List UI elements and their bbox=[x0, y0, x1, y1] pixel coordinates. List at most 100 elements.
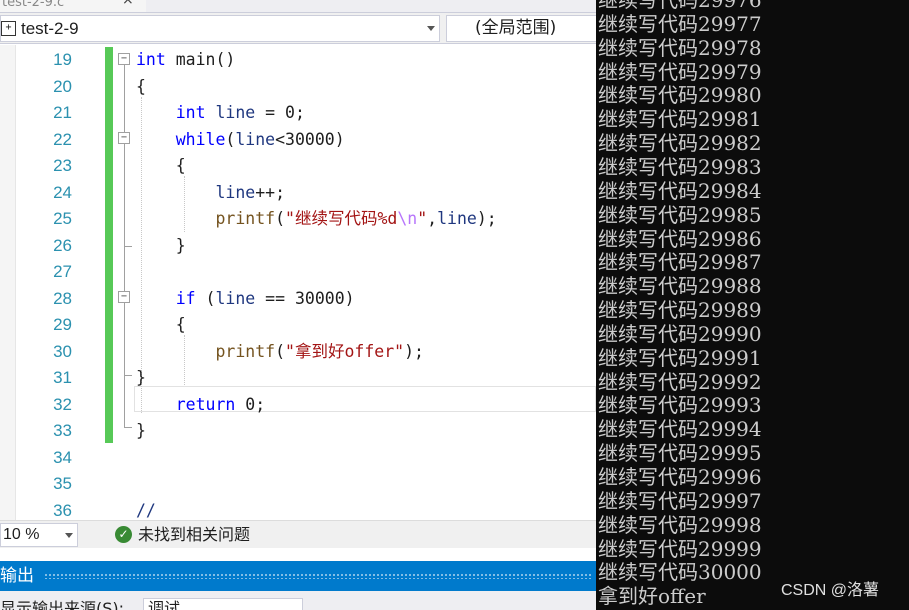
code-token: int bbox=[136, 50, 166, 69]
editor-status-row: 10 % ✓ 未找到相关问题 bbox=[0, 520, 596, 548]
code-line[interactable]: 33} bbox=[0, 418, 596, 444]
code-token: // bbox=[136, 500, 156, 520]
code-token: } bbox=[136, 368, 146, 387]
console-line: 继续写代码29994 bbox=[598, 417, 762, 442]
console-line: 继续写代码29985 bbox=[598, 202, 762, 227]
line-number: 20 bbox=[53, 76, 72, 96]
panel-drag-grip[interactable] bbox=[44, 573, 592, 579]
line-number: 35 bbox=[53, 474, 72, 493]
code-line[interactable]: 28 if (line == 30000) bbox=[0, 286, 596, 312]
code-token: = 0; bbox=[255, 103, 305, 122]
project-dropdown[interactable]: + test-2-9 bbox=[0, 15, 440, 42]
line-number: 24 bbox=[53, 182, 72, 202]
code-token: printf bbox=[215, 341, 276, 361]
code-token: return bbox=[175, 394, 236, 414]
console-line: 继续写代码29989 bbox=[598, 298, 762, 323]
code-token: if bbox=[175, 288, 196, 308]
zoom-value: 10 % bbox=[3, 526, 40, 543]
code-line[interactable]: 31} bbox=[0, 365, 596, 391]
console-line: 继续写代码29988 bbox=[598, 274, 762, 299]
line-number: 30 bbox=[53, 341, 72, 361]
tab-close-icon[interactable]: × bbox=[122, 0, 134, 8]
output-panel-title: 输出 bbox=[0, 566, 34, 586]
code-text: } bbox=[136, 418, 146, 444]
tab-label: test-2-9.c bbox=[2, 0, 65, 10]
line-number: 31 bbox=[53, 368, 72, 387]
code-token: { bbox=[136, 76, 146, 96]
console-line: 继续写代码29993 bbox=[598, 393, 762, 418]
code-token: == 30000) bbox=[255, 288, 355, 308]
project-icon: + bbox=[1, 21, 16, 36]
line-number: 33 bbox=[53, 421, 72, 440]
code-token: int bbox=[175, 103, 206, 122]
console-line: 继续写代码29992 bbox=[598, 369, 762, 394]
code-token: line bbox=[215, 288, 256, 308]
console-line: 继续写代码29984 bbox=[598, 178, 762, 203]
line-number: 25 bbox=[53, 209, 72, 228]
code-editor[interactable]: test-2-9.c × + test-2-9 (全局范围) − − − 19 i… bbox=[0, 0, 596, 610]
code-line[interactable]: 21 int line = 0; bbox=[0, 100, 596, 126]
code-token: ); bbox=[476, 209, 497, 228]
code-text: { bbox=[136, 74, 146, 100]
output-source-dropdown[interactable]: 调试 bbox=[143, 598, 303, 610]
scope-dropdown[interactable]: (全局范围) bbox=[446, 15, 596, 42]
code-line[interactable]: 32 return 0; bbox=[0, 392, 596, 418]
console-line: 继续写代码29980 bbox=[598, 83, 762, 108]
code-token: 0; bbox=[235, 394, 266, 414]
issues-status-text[interactable]: 未找到相关问题 bbox=[138, 524, 250, 546]
console-line: 继续写代码29977 bbox=[598, 11, 762, 36]
code-token: main() bbox=[165, 50, 236, 69]
code-line[interactable]: 27 bbox=[0, 259, 596, 285]
console-line: 继续写代码29998 bbox=[598, 512, 762, 537]
line-number: 27 bbox=[53, 262, 72, 281]
console-line: 继续写代码29981 bbox=[598, 107, 762, 132]
code-line[interactable]: 19 int main() bbox=[0, 47, 596, 73]
code-line[interactable]: 23 { bbox=[0, 153, 596, 179]
zoom-dropdown[interactable]: 10 % bbox=[0, 523, 78, 547]
code-token: line bbox=[215, 182, 256, 202]
chevron-down-icon bbox=[427, 26, 435, 31]
console-line: 继续写代码30000 bbox=[598, 560, 762, 585]
code-token: while bbox=[175, 129, 226, 149]
console-line: 继续写代码29995 bbox=[598, 441, 762, 466]
output-panel-header[interactable]: 输出 bbox=[0, 561, 596, 591]
console-line: 继续写代码29978 bbox=[598, 35, 762, 60]
line-number: 21 bbox=[53, 103, 72, 122]
code-line[interactable]: 30 printf("拿到好offer"); bbox=[0, 339, 596, 365]
code-text: if (line == 30000) bbox=[136, 286, 355, 312]
code-token: "继续写代码%d bbox=[285, 209, 398, 228]
code-line[interactable]: 29 { bbox=[0, 312, 596, 338]
code-text: printf("继续写代码%d\n",line); bbox=[136, 206, 497, 232]
code-line[interactable]: 26 } bbox=[0, 233, 596, 259]
console-line: 继续写代码29979 bbox=[598, 59, 762, 84]
console-window[interactable]: 继续写代码29976 继续写代码29977 继续写代码29978 继续写代码29979… bbox=[596, 0, 909, 610]
code-token: ); bbox=[404, 341, 424, 361]
code-text: line++; bbox=[136, 180, 285, 206]
code-line[interactable]: 35 bbox=[0, 471, 596, 497]
code-area[interactable]: − − − 19 int main() 20{21 int line = 0; 22 … bbox=[0, 45, 596, 520]
line-number: 23 bbox=[53, 156, 72, 175]
code-token: { bbox=[136, 156, 186, 175]
code-token: \n bbox=[397, 209, 418, 228]
navigation-bar: + test-2-9 (全局范围) bbox=[0, 13, 596, 44]
line-number: 28 bbox=[53, 288, 72, 308]
code-token: printf bbox=[215, 209, 276, 228]
code-line[interactable]: 25 printf("继续写代码%d\n",line); bbox=[0, 206, 596, 232]
code-line[interactable]: 34 bbox=[0, 445, 596, 471]
code-token: } bbox=[136, 421, 146, 440]
output-source-label: 显示输出来源(S): bbox=[0, 599, 125, 610]
code-token: ++; bbox=[255, 182, 286, 202]
code-line[interactable]: 20 { bbox=[0, 74, 596, 100]
code-text: } bbox=[136, 233, 186, 259]
code-line[interactable]: 24 line++; bbox=[0, 180, 596, 206]
scope-dropdown-value: (全局范围) bbox=[475, 18, 557, 38]
code-text: { bbox=[136, 312, 186, 338]
code-text: while(line<30000) bbox=[136, 127, 345, 153]
code-line[interactable]: 22 while(line<30000) bbox=[0, 127, 596, 153]
